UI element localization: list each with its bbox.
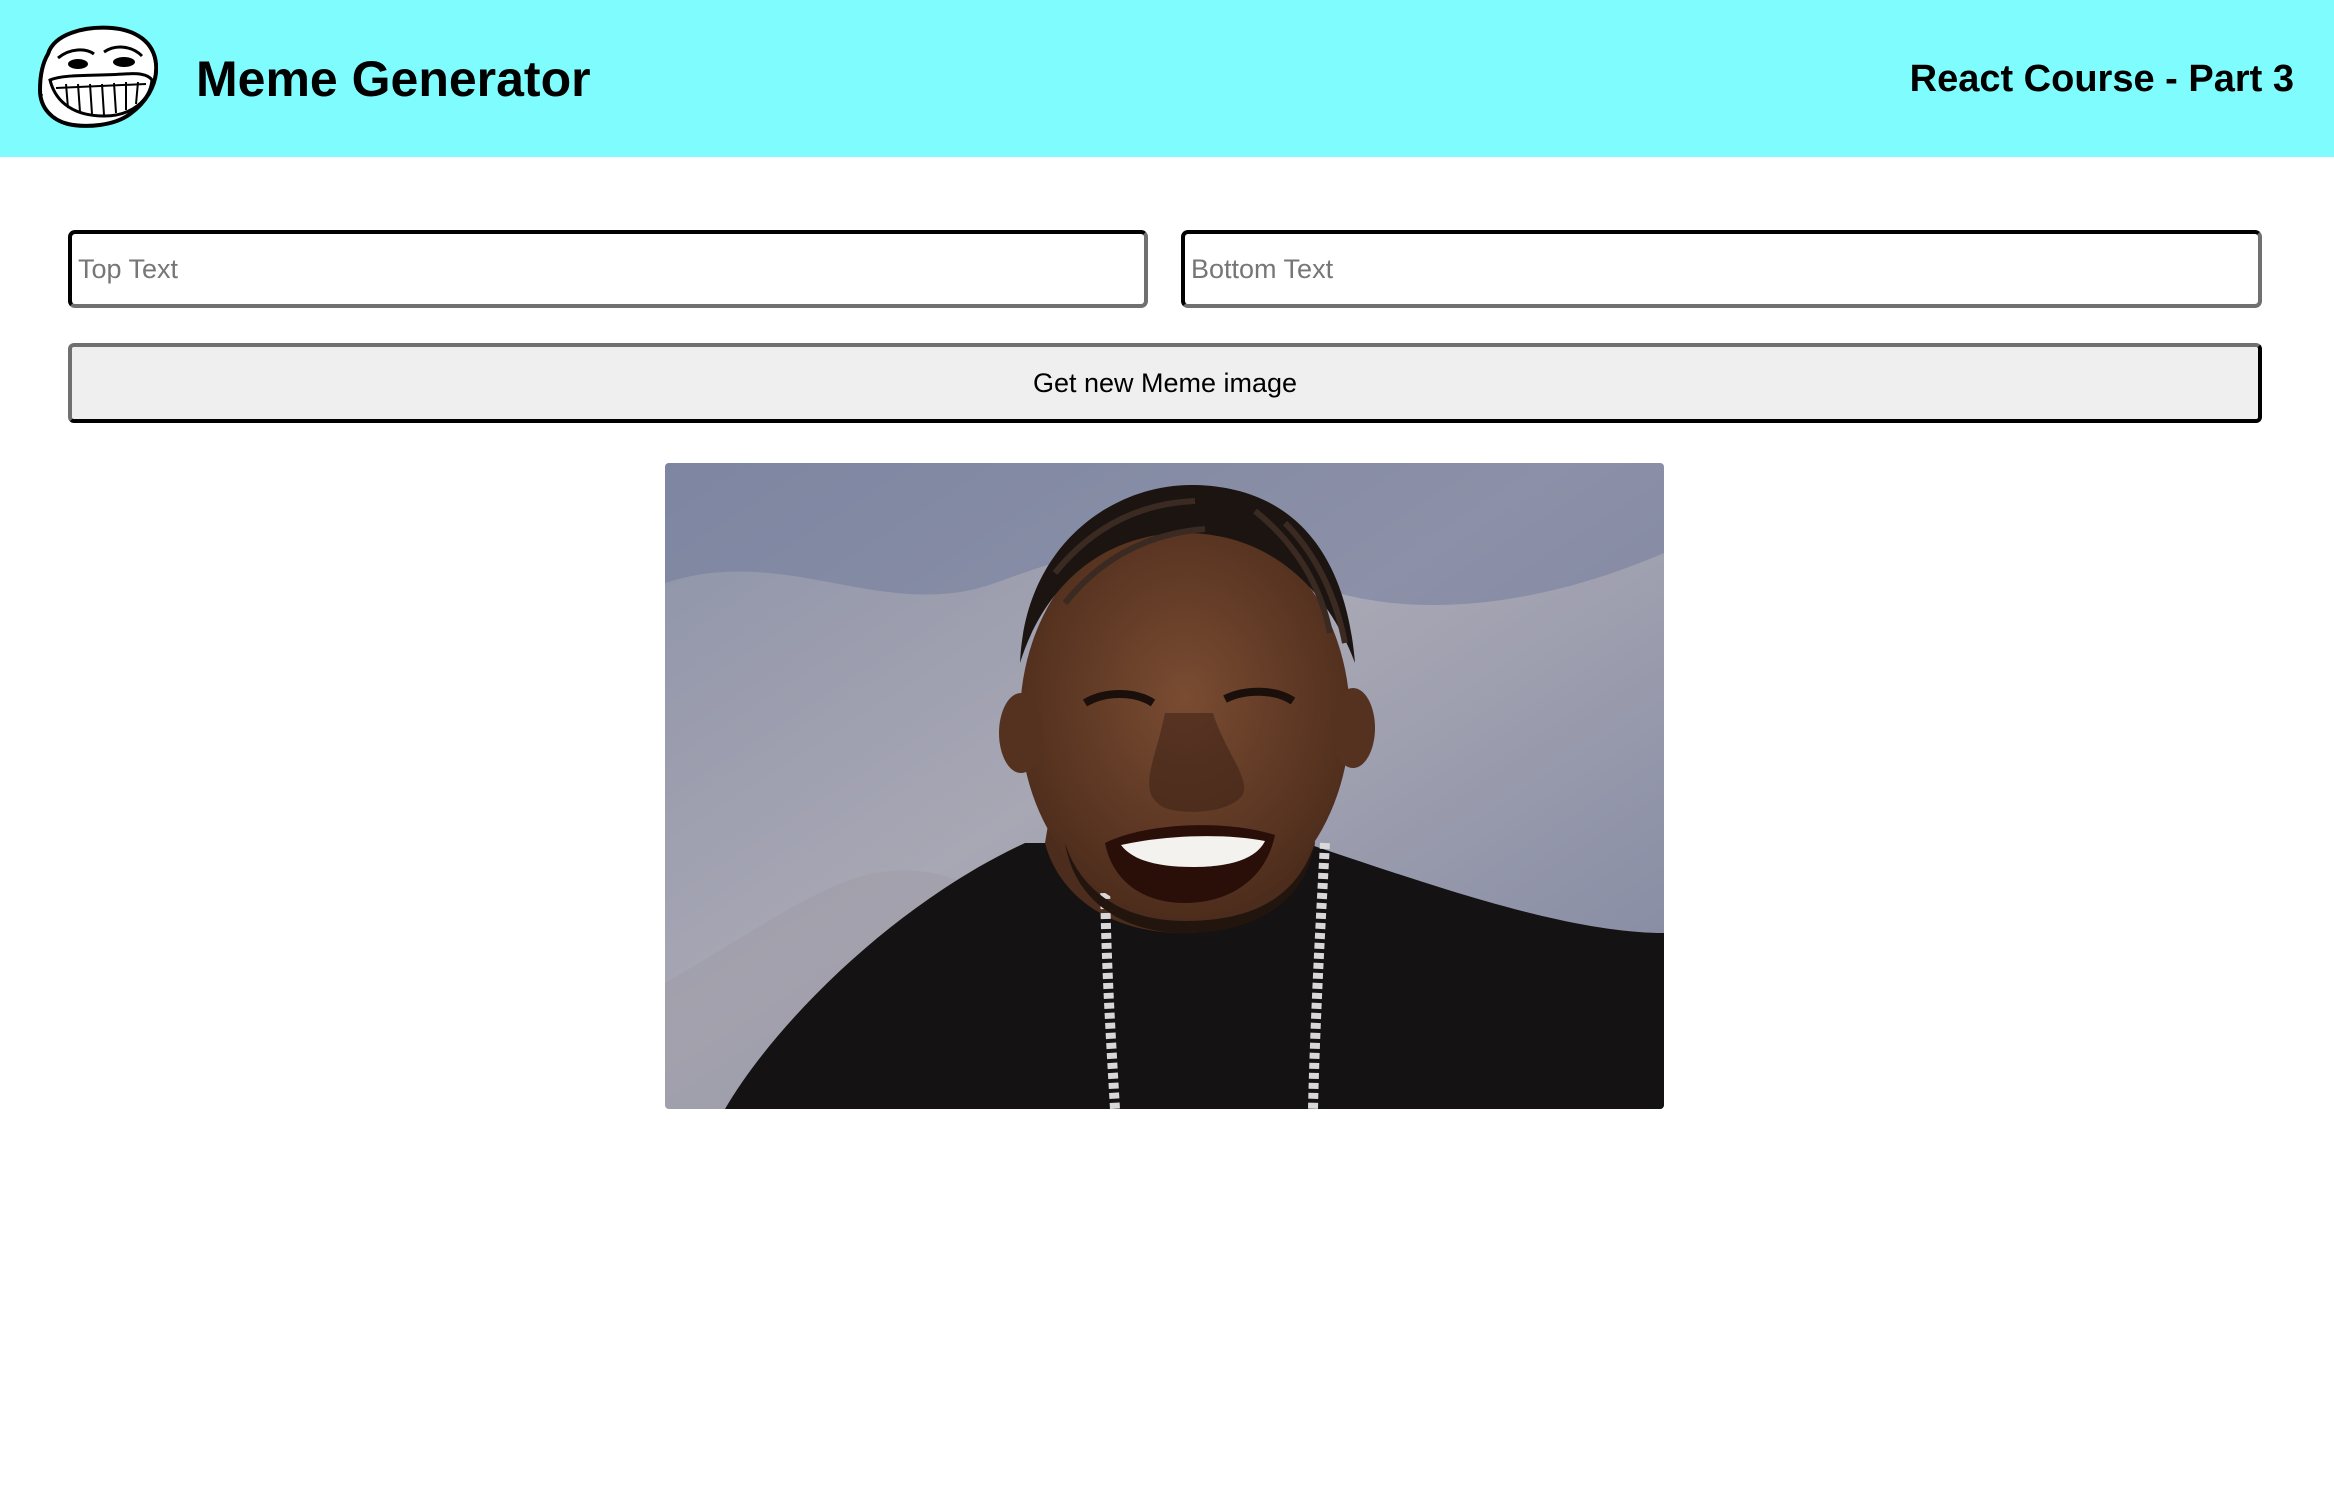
top-text-input[interactable]: [68, 230, 1148, 308]
app-header: Meme Generator React Course - Part 3: [0, 0, 2334, 157]
meme-image: [665, 463, 1664, 1109]
app-title: Meme Generator: [196, 51, 591, 107]
course-label: React Course - Part 3: [1909, 58, 2294, 100]
troll-face-icon: [34, 24, 159, 130]
get-new-meme-button[interactable]: Get new Meme image: [68, 343, 2262, 423]
bottom-text-input[interactable]: [1181, 230, 2262, 308]
